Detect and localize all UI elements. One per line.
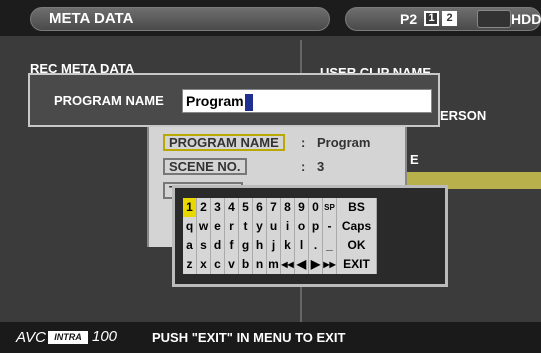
- key-1-5[interactable]: y: [253, 217, 267, 236]
- key-0-9[interactable]: 0: [309, 198, 323, 217]
- key-3-4[interactable]: b: [239, 255, 253, 274]
- program-name-field-button[interactable]: PROGRAM NAME: [163, 134, 285, 151]
- keyboard-row: q w e r t y u i o p - Caps: [183, 217, 377, 236]
- key-3-3[interactable]: v: [225, 255, 239, 274]
- key-2-3[interactable]: f: [225, 236, 239, 255]
- key-1-1[interactable]: w: [197, 217, 211, 236]
- scene-no-separator: :: [301, 159, 306, 174]
- key-0-8[interactable]: 9: [295, 198, 309, 217]
- disk-icon: [477, 10, 511, 28]
- key-3-1[interactable]: x: [197, 255, 211, 274]
- key-1-11[interactable]: Caps: [337, 217, 377, 236]
- title-pill: META DATA: [30, 7, 330, 31]
- slot-1-indicator: 1: [424, 11, 439, 26]
- key-0-1[interactable]: 2: [197, 198, 211, 217]
- key-2-10[interactable]: _: [323, 236, 337, 255]
- card-format-label: P2: [400, 11, 418, 27]
- key-1-10[interactable]: -: [323, 217, 337, 236]
- key-1-8[interactable]: o: [295, 217, 309, 236]
- program-name-separator: :: [301, 135, 306, 150]
- avc-logo-text: AVC: [16, 329, 47, 346]
- key-0-4[interactable]: 5: [239, 198, 253, 217]
- key-2-0[interactable]: a: [183, 236, 197, 255]
- intra-logo-badge: INTRA: [48, 331, 88, 344]
- key-3-2[interactable]: c: [211, 255, 225, 274]
- scene-no-value: 3: [317, 159, 325, 174]
- key-1-2[interactable]: e: [211, 217, 225, 236]
- key-0-11[interactable]: BS: [337, 198, 377, 217]
- keyboard-row: a s d f g h j k l. _ OK: [183, 236, 377, 255]
- page-title: META DATA: [49, 10, 134, 27]
- key-1-3[interactable]: r: [225, 217, 239, 236]
- key-3-6[interactable]: m: [267, 255, 281, 274]
- key-2-8[interactable]: l: [295, 236, 309, 255]
- header-bar: META DATA P2 1 2 HDD: [0, 0, 541, 36]
- key-0-3[interactable]: 4: [225, 198, 239, 217]
- key-3-9[interactable]: ▶: [309, 255, 323, 274]
- viewfinder-screen: META DATA P2 1 2 HDD REC META DATA USER …: [0, 0, 541, 353]
- text-cursor: [244, 93, 253, 111]
- key-3-8[interactable]: ◀: [295, 255, 309, 274]
- on-screen-keyboard: 1 2 3 4 5 6 7 8 9 0 SP BS q w e r t y u i o p - Caps a s d f g h j k l. _…: [172, 185, 448, 287]
- key-1-9[interactable]: p: [309, 217, 323, 236]
- program-name-input[interactable]: Program: [182, 89, 432, 113]
- key-2-11[interactable]: OK: [337, 236, 377, 255]
- key-2-1[interactable]: s: [197, 236, 211, 255]
- key-3-0[interactable]: z: [183, 255, 197, 274]
- key-0-2[interactable]: 3: [211, 198, 225, 217]
- right-partial-text-2: E: [410, 152, 419, 167]
- drive-label: HDD: [511, 11, 541, 27]
- scene-no-field-button[interactable]: SCENE NO.: [163, 158, 247, 175]
- key-1-6[interactable]: u: [267, 217, 281, 236]
- program-name-input-text: Program: [186, 93, 244, 109]
- footer-bar: AVC INTRA 100 PUSH "EXIT" IN MENU TO EXI…: [0, 322, 541, 353]
- key-2-6[interactable]: j: [267, 236, 281, 255]
- keyboard-row: z x c v b n m ◀◀ ◀ ▶ ▶▶ EXIT: [183, 255, 377, 274]
- key-0-10[interactable]: SP: [323, 198, 337, 217]
- keyboard-row: 1 2 3 4 5 6 7 8 9 0 SP BS: [183, 198, 377, 217]
- key-2-2[interactable]: d: [211, 236, 225, 255]
- key-2-4[interactable]: g: [239, 236, 253, 255]
- exit-hint: PUSH "EXIT" IN MENU TO EXIT: [152, 330, 346, 345]
- slot-2-indicator: 2: [442, 11, 457, 26]
- key-3-7[interactable]: ◀◀: [281, 255, 295, 274]
- key-1-4[interactable]: t: [239, 217, 253, 236]
- key-0-7[interactable]: 8: [281, 198, 295, 217]
- key-0-0[interactable]: 1: [183, 198, 197, 217]
- key-1-7[interactable]: i: [281, 217, 295, 236]
- key-0-6[interactable]: 7: [267, 198, 281, 217]
- program-name-dialog: PROGRAM NAME Program: [28, 73, 440, 127]
- media-status: P2 1 2 HDD: [345, 7, 541, 31]
- key-3-10[interactable]: ▶▶: [323, 255, 337, 274]
- key-2-7[interactable]: k: [281, 236, 295, 255]
- key-2-9[interactable]: .: [309, 236, 323, 255]
- program-name-value: Program: [317, 135, 371, 150]
- key-1-0[interactable]: q: [183, 217, 197, 236]
- key-3-5[interactable]: n: [253, 255, 267, 274]
- keyboard-grid: 1 2 3 4 5 6 7 8 9 0 SP BS q w e r t y u i o p - Caps a s d f g h j k l. _…: [183, 198, 377, 274]
- key-0-5[interactable]: 6: [253, 198, 267, 217]
- right-partial-text: ERSON: [440, 108, 487, 123]
- key-3-11[interactable]: EXIT: [337, 255, 377, 274]
- key-2-5[interactable]: h: [253, 236, 267, 255]
- program-name-label: PROGRAM NAME: [54, 93, 164, 108]
- avc-logo-number: 100: [92, 328, 118, 345]
